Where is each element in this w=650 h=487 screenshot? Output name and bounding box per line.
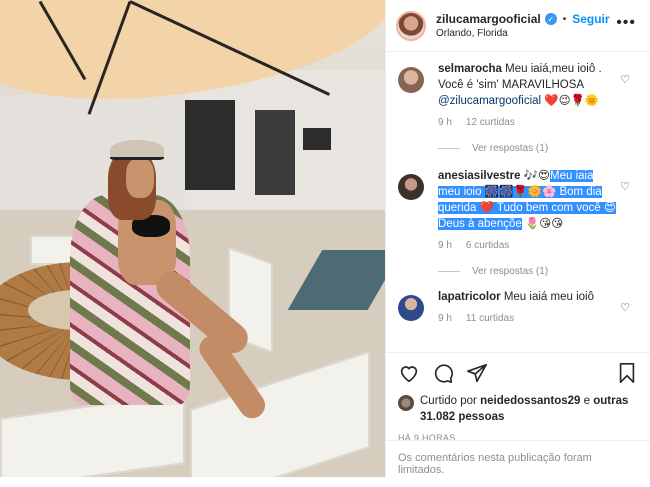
comment-likes[interactable]: 11 curtidas (466, 311, 514, 327)
heart-icon[interactable]: ♡ (620, 301, 630, 314)
comment-likes[interactable]: 6 curtidas (466, 238, 509, 254)
comment-body: selmarocha Meu iaiá,meu ioiô . Você é 's… (438, 61, 616, 131)
photo-house (185, 70, 385, 210)
action-bar (398, 361, 638, 385)
comment-mention[interactable]: @zilucamargooficial (438, 95, 541, 107)
comment-item: selmarocha Meu iaiá,meu ioiô . Você é 's… (386, 61, 650, 131)
bookmark-icon[interactable] (616, 362, 638, 384)
liked-avatar[interactable] (398, 395, 414, 411)
heart-icon[interactable]: ♡ (620, 73, 630, 86)
photo-tv (303, 128, 331, 150)
comment-emoji: ❤️😉🌹🌞 (541, 95, 600, 107)
comment-age[interactable]: 9 h (438, 115, 452, 131)
separator-dot: • (562, 13, 567, 25)
comment-body: lapatricolor Meu iaiá meu ioiô 9 h 11 cu… (438, 289, 616, 327)
replies-line (438, 271, 460, 272)
comment-item: lapatricolor Meu iaiá meu ioiô 9 h 11 cu… (386, 289, 650, 327)
liked-by: Curtido por neidedossantos29 e outras 31… (398, 393, 638, 425)
author-row: zilucamargooficial ✓ • Seguir (436, 12, 610, 26)
photo-window (255, 110, 295, 195)
comment-icon[interactable] (432, 362, 454, 384)
view-replies[interactable]: Ver respostas (1) (438, 143, 650, 154)
liked-mid: e (580, 395, 594, 407)
comment-meta: 9 h 6 curtidas (438, 238, 616, 254)
verified-icon: ✓ (544, 13, 557, 25)
post-location[interactable]: Orlando, Florida (436, 28, 610, 39)
replies-label[interactable]: Ver respostas (1) (472, 266, 548, 277)
post-sidebar: zilucamargooficial ✓ • Seguir Orlando, F… (385, 0, 650, 477)
comment-meta: 9 h 11 curtidas (438, 311, 616, 327)
view-replies[interactable]: Ver respostas (1) (438, 266, 650, 277)
more-icon[interactable]: ••• (616, 14, 636, 32)
comment-likes[interactable]: 12 curtidas (466, 115, 515, 131)
comments-list[interactable]: selmarocha Meu iaiá,meu ioiô . Você é 's… (386, 53, 650, 351)
author-username[interactable]: zilucamargooficial (436, 12, 541, 26)
comment-avatar[interactable] (398, 295, 424, 321)
comment-username[interactable]: lapatricolor (438, 291, 501, 303)
heart-icon[interactable]: ♡ (620, 180, 630, 193)
share-icon[interactable] (466, 362, 488, 384)
follow-button[interactable]: Seguir (572, 12, 609, 26)
post-actions: Curtido por neidedossantos29 e outras 31… (386, 352, 650, 443)
heart-icon[interactable] (398, 362, 420, 384)
comment-username[interactable]: anesiasilvestre (438, 170, 520, 182)
author-avatar[interactable] (396, 10, 426, 41)
post-photo[interactable] (0, 0, 385, 477)
comment-text: Meu iaiá meu ioiô (500, 291, 594, 303)
liked-user[interactable]: neidedossantos29 (480, 395, 580, 407)
replies-line (438, 148, 460, 149)
liked-text: Curtido por neidedossantos29 e outras 31… (420, 393, 638, 425)
comment-avatar[interactable] (398, 174, 424, 200)
liked-prefix: Curtido por (420, 395, 481, 407)
comment-item: anesiasilvestre 🎶😍Meu iaia meu ioio 🎆🎆🌹🌼… (386, 168, 650, 254)
comment-avatar[interactable] (398, 67, 424, 93)
post-frame: zilucamargooficial ✓ • Seguir Orlando, F… (0, 0, 650, 477)
photo-face (126, 158, 154, 198)
comments-limited-notice: Os comentários nesta publicação foram li… (386, 440, 650, 487)
comment-meta: 9 h 12 curtidas (438, 115, 616, 131)
comment-body: anesiasilvestre 🎶😍Meu iaia meu ioio 🎆🎆🌹🌼… (438, 168, 616, 254)
comment-age[interactable]: 9 h (438, 238, 452, 254)
replies-label[interactable]: Ver respostas (1) (472, 143, 548, 154)
photo-window (185, 100, 235, 190)
photo-visor (110, 140, 164, 160)
comment-username[interactable]: selmarocha (438, 63, 502, 75)
comment-emoji: 🎶😍 (520, 170, 550, 182)
author-info: zilucamargooficial ✓ • Seguir Orlando, F… (436, 12, 610, 39)
comment-emoji: 🌷😘😘 (521, 218, 564, 230)
comment-age[interactable]: 9 h (438, 311, 452, 327)
post-header: zilucamargooficial ✓ • Seguir Orlando, F… (386, 0, 650, 52)
